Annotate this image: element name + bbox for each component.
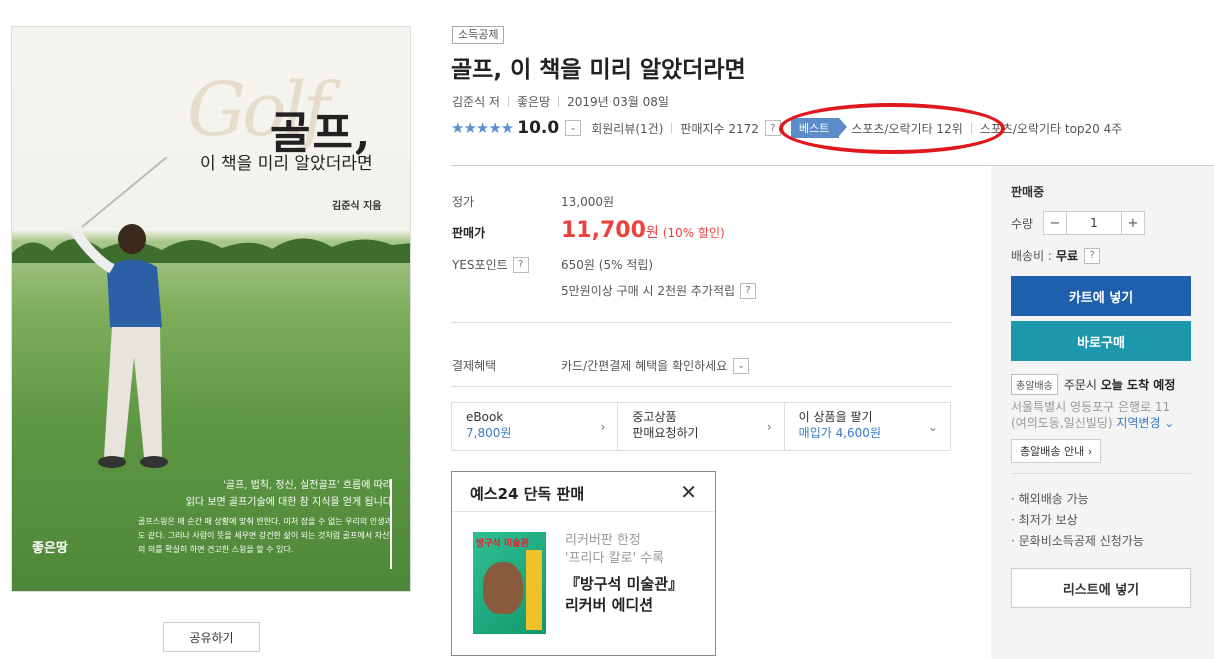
list-price-label: 정가 [452,195,475,209]
sale-price: 11,700원 (10% 할인) [561,218,725,243]
page-title: 골프, 이 책을 미리 알았더라면 [451,57,746,83]
divider [507,96,509,107]
shipping-label: 배송비 : [1011,249,1052,263]
help-icon[interactable]: ? [740,282,757,299]
tax-deduction-badge: 소득공제 [452,26,505,44]
divider [451,322,951,323]
chevron-down-icon[interactable]: ⌄ [733,357,750,374]
payment-benefit[interactable]: 카드/간편결제 혜택을 확인하세요 ⌄ [561,357,759,374]
express-delivery-guide-button[interactable]: 총알배송 안내 › [1011,439,1102,463]
cover-description: 골프스윙은 매 순간 매 상황에 맞춰 변한다. 미처 잡을 수 없는 우리의 … [138,517,392,554]
list-price-value: 13,000원 [561,195,615,209]
share-button[interactable]: 공유하기 [163,622,260,652]
list-item: · 문화비소득공제 신청가능 [1011,534,1144,548]
promo-header: 예스24 단독 판매 ✕ [452,472,715,512]
change-region-link[interactable]: 지역변경 ⌄ [1116,416,1174,430]
help-icon[interactable]: ? [512,256,529,273]
add-to-cart-button[interactable]: 카트에 넣기 [1011,276,1191,316]
purchase-sidebar: 판매중 수량 − 1 + 배송비 : 무료 ? 카트에 넣기 바로구매 총알배송… [991,166,1214,659]
format-options: eBook 7,800원 › 중고상품 판매요청하기 › 이 상품을 팔기 매입… [451,402,951,451]
shipping-row: 배송비 : 무료 ? [1011,247,1101,264]
quantity-label: 수량 [1011,217,1034,231]
divider [1011,473,1191,474]
extra-point-text: 5만원이상 구매 시 2천원 추가적립 [561,284,736,298]
publisher-link[interactable]: 좋은땅 [517,93,550,110]
sale-price-label: 판매가 [452,226,486,240]
benefit-list: · 해외배송 가능 · 최저가 보상 · 문화비소득공제 신청가능 [1011,489,1144,552]
quantity-input[interactable]: 1 [1066,212,1122,234]
point-label: YES포인트 [452,258,508,272]
option-ebook[interactable]: eBook 7,800원 › [452,403,619,450]
point-label-row: YES포인트 ? [452,256,529,273]
buy-now-button[interactable]: 바로구매 [1011,321,1191,361]
delivery-info: 총알배송 주문시 오늘 도착 예정 [1011,374,1175,395]
promo-cover-title: 방구석 미술관 [476,539,529,549]
payment-label: 결제혜택 [452,359,497,373]
cover-author: 김준식 지음 [332,201,382,212]
plus-button[interactable]: + [1122,212,1144,234]
add-to-wishlist-button[interactable]: 리스트에 넣기 [1011,568,1191,608]
promo-cover-portrait [483,562,523,614]
option-used[interactable]: 중고상품 판매요청하기 › [618,403,785,450]
author-link[interactable]: 김준식 저 [452,93,500,110]
promo-link[interactable]: 『방구석 미술관』 리커버 에디션 [565,574,683,616]
cover-quote: '골프, 법칙, 정신, 실전골프' 흐름에 따라 읽다 보면 골프기술에 대한… [185,480,392,508]
list-item: · 해외배송 가능 [1011,492,1089,506]
option-sell[interactable]: 이 상품을 팔기 매입가 4,600원 ⌄ [785,403,950,450]
promo-cover-stripe [526,550,542,630]
promo-text: 리커버판 한정 '프리다 칼로' 수록 [565,533,665,566]
cover-subtitle: 이 책을 미리 알았더라면 [200,154,373,174]
extra-point-row: 5만원이상 구매 시 2천원 추가적립 ? [561,282,757,299]
book-meta: 김준식 저 좋은땅 2019년 03월 08일 [452,93,669,110]
sale-status: 판매중 [1011,185,1045,199]
star-rating-icon: ★★★★★ [451,119,514,137]
discount-rate: (10% 할인) [662,226,725,240]
exclusive-promo-popup: 예스24 단독 판매 ✕ 방구석 미술관 리커버판 한정 '프리다 칼로' 수록… [451,471,716,656]
divider [671,122,673,134]
rating-score: 10.0 [517,118,560,138]
cover-publisher-logo: 좋은땅 [32,541,68,556]
golfer-illustration [67,157,168,468]
quantity-stepper: − 1 + [1043,211,1145,235]
shipping-value: 무료 [1055,249,1079,263]
chevron-right-icon: › [600,420,606,434]
express-delivery-badge: 총알배송 [1011,374,1058,395]
promo-book-cover[interactable]: 방구석 미술관 [473,532,546,634]
list-item: · 최저가 보상 [1011,513,1078,527]
rating-dropdown-icon[interactable]: ⌄ [565,120,582,136]
chevron-right-icon: › [766,420,772,434]
delivery-eta: 오늘 도착 예정 [1100,378,1176,392]
divider [451,386,951,387]
chevron-down-icon: ⌄ [927,420,938,434]
point-value: 650원 (5% 적립) [561,258,654,272]
minus-button[interactable]: − [1044,212,1066,234]
highlight-ellipse [779,103,1005,154]
publish-date: 2019년 03월 08일 [567,95,669,109]
divider [558,96,560,107]
review-link[interactable]: 회원리뷰(1건) [591,120,663,137]
close-icon[interactable]: ✕ [680,480,697,504]
help-icon[interactable]: ? [1084,247,1101,264]
book-cover-image[interactable]: Golf 골프, 이 책을 미리 알았더라면 김준식 지음 '골프, 법칙, 정… [11,26,411,592]
sales-index: 판매지수 2172 [680,121,759,136]
delivery-address: 서울특별시 영등포구 은행로 11 (여의도동,일신빌딩) 지역변경 ⌄ [1011,400,1175,430]
